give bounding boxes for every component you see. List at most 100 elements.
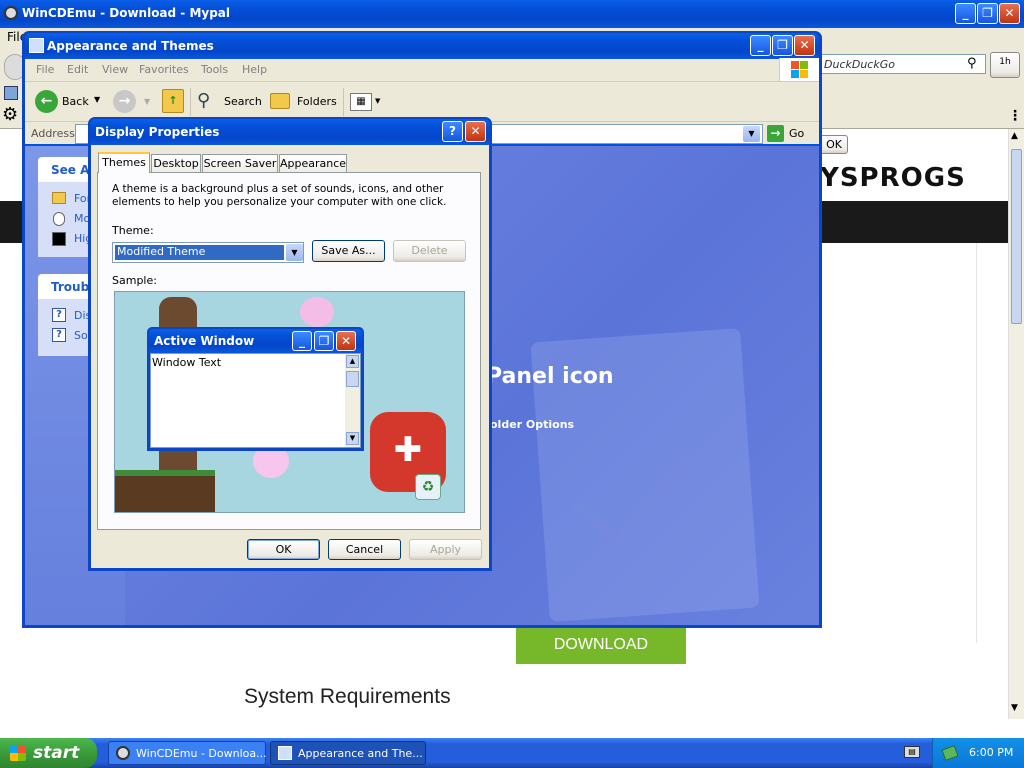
delete-button: Delete [393,240,466,262]
help-icon-2: ? [52,328,66,342]
browser-minimize-button[interactable]: _ [955,3,976,24]
browser-maximize-button[interactable]: ❐ [977,3,998,24]
folder-options-link[interactable]: older Options [490,418,574,431]
address-dropdown-button[interactable]: ▼ [743,126,760,142]
toolbar-divider [190,88,191,116]
download-button[interactable]: DOWNLOAD [516,626,686,664]
tab-desktop-label: Desktop [153,157,199,170]
dialog-title-bar[interactable]: Display Properties ? ✕ [90,119,490,145]
delete-label: Delete [411,244,448,257]
browser-1h-button[interactable]: 1h [990,52,1020,78]
dialog-ok-button[interactable]: OK [247,539,320,560]
taskbar-item-browser-label: WinCDEmu - Downloa... [136,747,267,760]
explorer-menu-edit[interactable]: Edit [67,63,88,76]
help-icon: ? [52,308,66,322]
explorer-menu-view[interactable]: View [102,63,128,76]
toolbar-divider-2 [343,88,344,116]
mouse-icon [53,212,65,226]
theme-select[interactable]: Modified Theme ▼ [112,242,304,263]
preview-scroll-up: ▲ [346,355,359,368]
tab-desktop[interactable]: Desktop [151,154,201,173]
back-arrow-icon: ← [35,90,58,113]
troubleshooters-title: Troubl [51,280,94,294]
search-label: Search [224,95,262,108]
explorer-title: Appearance and Themes [47,39,214,53]
explorer-maximize-button[interactable]: ❐ [772,35,793,56]
sample-label: Sample: [112,274,157,287]
dialog-ok-label: OK [275,543,292,556]
dialog-help-button[interactable]: ? [442,121,463,142]
preview-maximize-button: ❐ [314,331,334,351]
folder-options-icon [52,192,66,204]
windows-logo-icon [10,745,26,761]
theme-select-dropdown-button[interactable]: ▼ [286,244,303,261]
explorer-minimize-button[interactable]: _ [750,35,771,56]
tab-appearance-label: Appearance [280,157,347,170]
folders-label: Folders [297,95,337,108]
back-dropdown-icon[interactable]: ▼ [94,95,100,104]
dialog-close-button[interactable]: ✕ [465,121,486,142]
preview-cloud-1 [300,297,334,327]
tab-screen-saver[interactable]: Screen Saver [202,154,278,173]
views-dropdown-icon: ▼ [375,97,381,105]
download-button-label: DOWNLOAD [553,636,649,653]
scroll-thumb[interactable] [1011,149,1022,324]
explorer-close-button[interactable]: ✕ [794,35,815,56]
scroll-up-arrow[interactable]: ▲ [1011,131,1018,141]
views-grid-icon: ▦ [350,93,372,111]
keyboard-icon[interactable]: ▤ [904,746,920,758]
explorer-taskbar-icon [278,746,292,760]
system-tray: 6:00 PM [932,738,1024,768]
up-folder-icon[interactable]: ↑ [162,89,184,113]
dialog-title: Display Properties [95,125,220,139]
folders-button[interactable]: Folders [268,89,338,115]
tab-themes[interactable]: Themes [98,152,150,173]
tab-screen-saver-label: Screen Saver [203,157,277,170]
explorer-menu-help[interactable]: Help [242,63,267,76]
browser-search-box[interactable]: DuckDuckGo ⚲ [820,54,986,74]
save-as-button[interactable]: Save As... [312,240,385,262]
taskbar-item-browser[interactable]: WinCDEmu - Downloa... [108,741,267,765]
browser-ok-label: OK [826,138,842,151]
gear-icon[interactable]: ⚙ [2,106,18,124]
browser-more-menu[interactable]: ⋮ [1008,108,1022,124]
high-contrast-icon [52,232,66,246]
folder-icon [270,93,290,109]
network-icon[interactable] [941,744,959,762]
explorer-menu-file[interactable]: File [36,63,54,76]
go-button[interactable]: → Go [766,124,811,144]
troubleshooter-item-2[interactable]: So [74,329,88,342]
clock[interactable]: 6:00 PM [969,746,1013,759]
dialog-cancel-button[interactable]: Cancel [328,539,401,560]
search-button[interactable]: ⚲ Search [196,89,262,115]
browser-1h-label: 1h [999,57,1011,67]
back-button[interactable]: ← Back ▼ [34,89,104,115]
browser-toolbar-icon[interactable] [4,86,18,100]
preview-grass-ground [115,470,215,512]
tab-appearance[interactable]: Appearance [279,154,347,173]
explorer-title-bar[interactable]: Appearance and Themes _ ❐ ✕ [25,33,819,59]
explorer-menu-favorites[interactable]: Favorites [139,63,189,76]
dialog-help-label: ? [449,124,456,138]
go-label: Go [789,127,805,140]
preview-minimize-button: _ [292,331,312,351]
explorer-panel-heading: Panel icon [486,364,614,389]
start-button[interactable]: start [0,738,97,768]
start-label: start [33,743,80,763]
browser-search-placeholder: DuckDuckGo [824,58,895,71]
views-button[interactable]: ▦ ▼ [348,92,384,112]
preview-active-window-title: Active Window [154,334,255,348]
forward-dropdown-icon[interactable]: ▼ [144,97,150,106]
theme-description: A theme is a background plus a set of so… [112,183,447,208]
browser-scrollbar[interactable]: ▲ ▼ [1008,129,1024,719]
preview-scroll-down: ▼ [346,432,359,445]
browser-ok-button[interactable]: OK [820,135,848,154]
forward-arrow-icon[interactable]: → [113,90,136,113]
dialog-apply-button: Apply [409,539,482,560]
explorer-menu-tools[interactable]: Tools [201,63,228,76]
browser-close-button[interactable]: ✕ [999,3,1020,24]
browser-title-bar[interactable]: WinCDEmu - Download - Mypal _ ❐ ✕ [0,0,1024,28]
taskbar-item-explorer[interactable]: Appearance and The... [270,741,426,765]
windows-flag-icon [779,58,819,81]
scroll-down-arrow[interactable]: ▼ [1011,703,1018,713]
